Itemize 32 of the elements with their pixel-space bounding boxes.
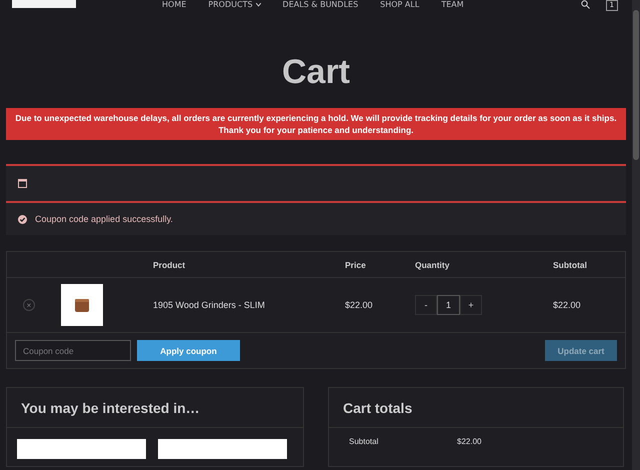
calendar-icon: [18, 179, 27, 188]
totals-value: $22.00: [457, 437, 482, 446]
remove-button[interactable]: ×: [23, 299, 35, 311]
panel-title: You may be interested in…: [7, 388, 303, 428]
increase-button[interactable]: +: [460, 295, 482, 315]
nav-link[interactable]: DEALS & BUNDLES: [282, 0, 358, 9]
column-header: Product: [153, 260, 186, 270]
check-circle-icon: [18, 214, 27, 224]
decrease-button[interactable]: -: [415, 295, 437, 315]
nav-link[interactable]: TEAM: [441, 0, 464, 9]
product-card[interactable]: [17, 439, 146, 459]
nav-link[interactable]: SHOP ALL: [380, 0, 420, 9]
product-subtotal: $22.00: [553, 300, 582, 310]
alert-banner: Due to unexpected warehouse delays, all orders are currently experiencing a hold. We will provide tracking details for your order as soon as it ships. Thank you for your patience and understanding.: [6, 108, 626, 140]
column-header: Subtotal: [553, 260, 588, 270]
nav-link[interactable]: HOME: [162, 0, 186, 9]
column-header: Price: [345, 260, 367, 270]
totals-label: Subtotal: [349, 437, 380, 446]
search-icon[interactable]: [580, 0, 590, 9]
nav-link[interactable]: PRODUCTS: [208, 0, 261, 9]
scrollbar-thumb[interactable]: [633, 10, 639, 160]
product-price: $22.00: [345, 300, 374, 310]
column-header: Quantity: [415, 260, 450, 270]
panel-title: Cart totals: [329, 388, 623, 428]
product-name[interactable]: 1905 Wood Grinders - SLIM: [153, 300, 345, 310]
wood-block-drawing: [73, 296, 91, 314]
page-title: Cart: [280, 52, 352, 93]
quantity-field[interactable]: 1: [437, 295, 460, 315]
logo[interactable]: [12, 0, 76, 8]
coupon-field[interactable]: Coupon code: [15, 340, 131, 361]
product-card[interactable]: [158, 439, 287, 459]
notice-text: Coupon code applied successfully.: [35, 214, 173, 224]
